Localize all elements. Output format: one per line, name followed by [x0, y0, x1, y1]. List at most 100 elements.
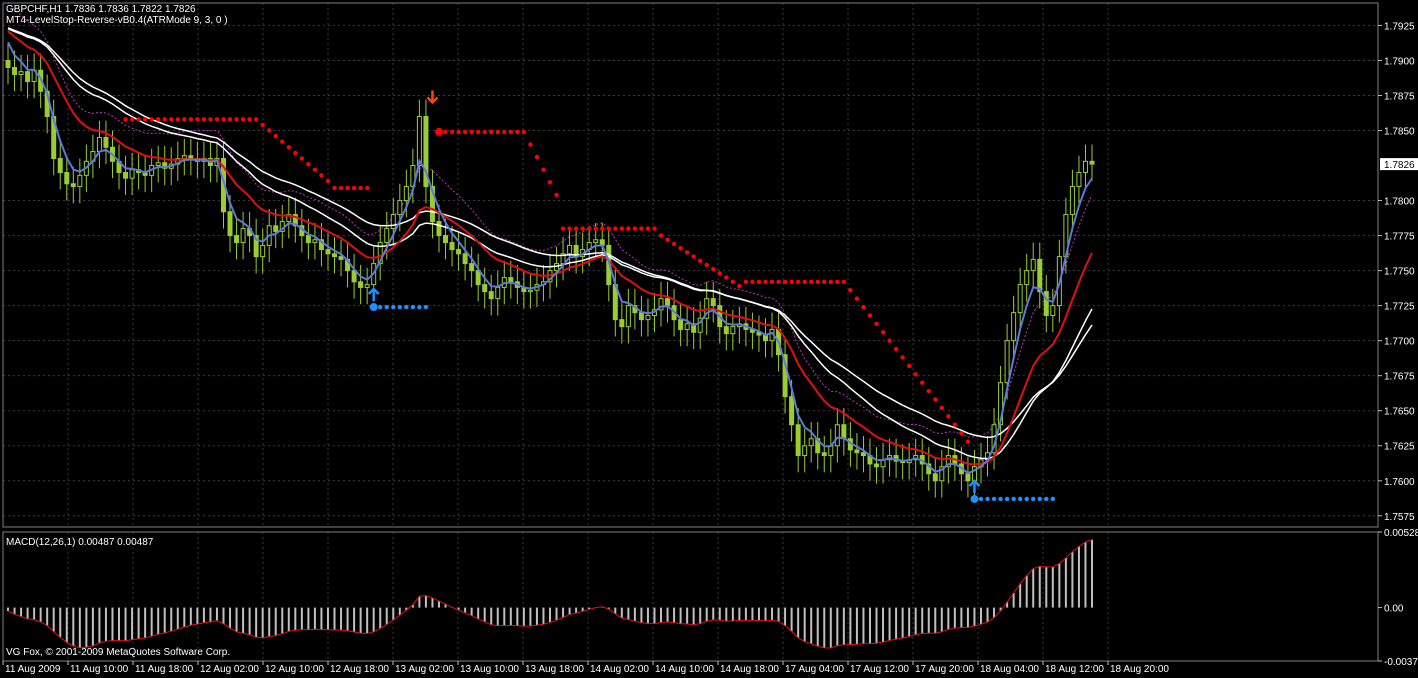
candle-body — [1043, 291, 1049, 316]
price-tick-label: 1.7900 — [1384, 56, 1415, 67]
sell-stop-dot — [541, 167, 546, 172]
sell-stop-dot — [534, 154, 540, 160]
time-label: 12 Aug 18:00 — [330, 664, 389, 675]
candle-body — [821, 452, 827, 457]
macd-label: MACD(12,26,1) 0.00487 0.00487 — [6, 537, 154, 548]
buy-stop-dot — [417, 304, 422, 310]
candle-body — [234, 235, 240, 244]
sell-stop-dot — [809, 279, 814, 285]
candle-body — [456, 249, 462, 255]
candle-body — [390, 214, 396, 230]
candle-body — [789, 396, 795, 426]
sell-stop-dot — [489, 129, 494, 135]
sell-stop-dot — [338, 185, 344, 191]
price-tick-label: 1.7700 — [1384, 337, 1415, 348]
buy-stop-dot — [423, 304, 429, 310]
buy-stop-dot — [1031, 496, 1036, 502]
candle-body — [384, 228, 390, 244]
sell-stop-dot — [136, 117, 141, 122]
envelope-line — [7, 1, 1093, 438]
sell-stop-dot — [704, 262, 709, 268]
sell-stop-dot — [763, 279, 768, 285]
sell-stop-dot — [234, 117, 239, 122]
candle-body — [802, 445, 808, 457]
sell-stop-dot — [293, 150, 298, 156]
sell-stop-dot — [312, 167, 318, 172]
candle-body — [1082, 160, 1088, 174]
sell-stop-dot — [188, 117, 194, 122]
time-label: 17 Aug 12:00 — [850, 664, 909, 675]
buy-stop-dot — [1004, 496, 1010, 502]
candle-body — [645, 314, 651, 321]
candle-body — [312, 239, 318, 244]
candle-body — [273, 225, 279, 232]
sell-stop-dot — [162, 117, 167, 122]
sell-stop-dot — [776, 279, 781, 285]
sell-stop-dot — [502, 129, 507, 135]
candle-body — [462, 253, 468, 265]
candle-body — [1030, 258, 1036, 272]
price-tick-label: 1.7925 — [1384, 21, 1415, 32]
candle-body — [449, 242, 455, 251]
sell-stop-dot — [724, 275, 729, 280]
candle-body — [70, 183, 76, 188]
candle-body — [508, 277, 514, 283]
sell-stop-dot — [586, 226, 592, 231]
sell-stop-dot — [169, 117, 174, 122]
time-label: 12 Aug 10:00 — [265, 664, 324, 675]
candle-body — [619, 319, 625, 328]
sell-stop-dot — [456, 129, 461, 135]
time-label: 11 Aug 18:00 — [135, 664, 194, 675]
time-label: 13 Aug 02:00 — [395, 664, 454, 675]
sell-stop-dot — [691, 254, 696, 259]
sell-stop-dot — [443, 129, 448, 135]
candle-body — [397, 200, 403, 216]
candle-body — [351, 270, 357, 283]
sell-stop-dot — [123, 117, 128, 122]
buy-stop-dot — [384, 304, 389, 310]
macd-panel — [7, 539, 1093, 649]
candle-body — [227, 211, 233, 237]
time-label: 14 Aug 18:00 — [720, 664, 779, 675]
sell-stop-dot — [201, 117, 207, 122]
sell-stop-dot — [717, 271, 722, 276]
sell-stop-dot — [880, 330, 886, 335]
sell-stop-dot — [573, 226, 579, 231]
price-tick-label: 1.7575 — [1384, 512, 1415, 523]
candle-body — [18, 71, 24, 75]
candle-body — [554, 263, 560, 272]
price-tick-label: 1.7600 — [1384, 477, 1415, 488]
candle-body — [305, 235, 311, 244]
sell-stop-dot — [280, 139, 285, 144]
sell-stop-dot — [475, 129, 481, 135]
sell-stop-dot — [782, 279, 788, 285]
candle-body — [240, 228, 246, 244]
candle-body — [730, 326, 736, 335]
candle-body — [593, 239, 599, 244]
sell-stop-dot — [129, 117, 135, 122]
candle-body — [123, 172, 129, 179]
buy-stop-dot — [998, 496, 1003, 502]
candle-body — [338, 256, 344, 260]
sell-stop-dot — [319, 173, 324, 178]
price-tick-label: 1.7875 — [1384, 91, 1415, 102]
sell-stop-dot — [469, 129, 474, 135]
sell-stop-dot — [593, 226, 598, 231]
sell-stop-dot — [652, 226, 657, 231]
chart-header-symbol: GBPCHF,H1 1.7836 1.7836 1.7822 1.7826 — [6, 4, 196, 15]
sell-stop-dot — [325, 178, 331, 184]
candle-body — [188, 155, 194, 160]
candle-body — [64, 172, 70, 185]
buy-stop-dot — [404, 304, 409, 310]
sell-stop-dot — [462, 129, 468, 135]
sell-stop-dot — [841, 279, 847, 285]
candle-body — [1024, 270, 1030, 286]
candle-body — [469, 263, 475, 272]
sell-stop-dot — [560, 226, 566, 231]
sell-stop-dot — [861, 304, 866, 310]
time-label: 18 Aug 12:00 — [1045, 664, 1104, 675]
candle-body — [57, 158, 63, 174]
buy-stop-dot — [991, 496, 997, 502]
sell-stop-dot — [697, 258, 703, 263]
sell-stop-dot — [769, 279, 775, 285]
